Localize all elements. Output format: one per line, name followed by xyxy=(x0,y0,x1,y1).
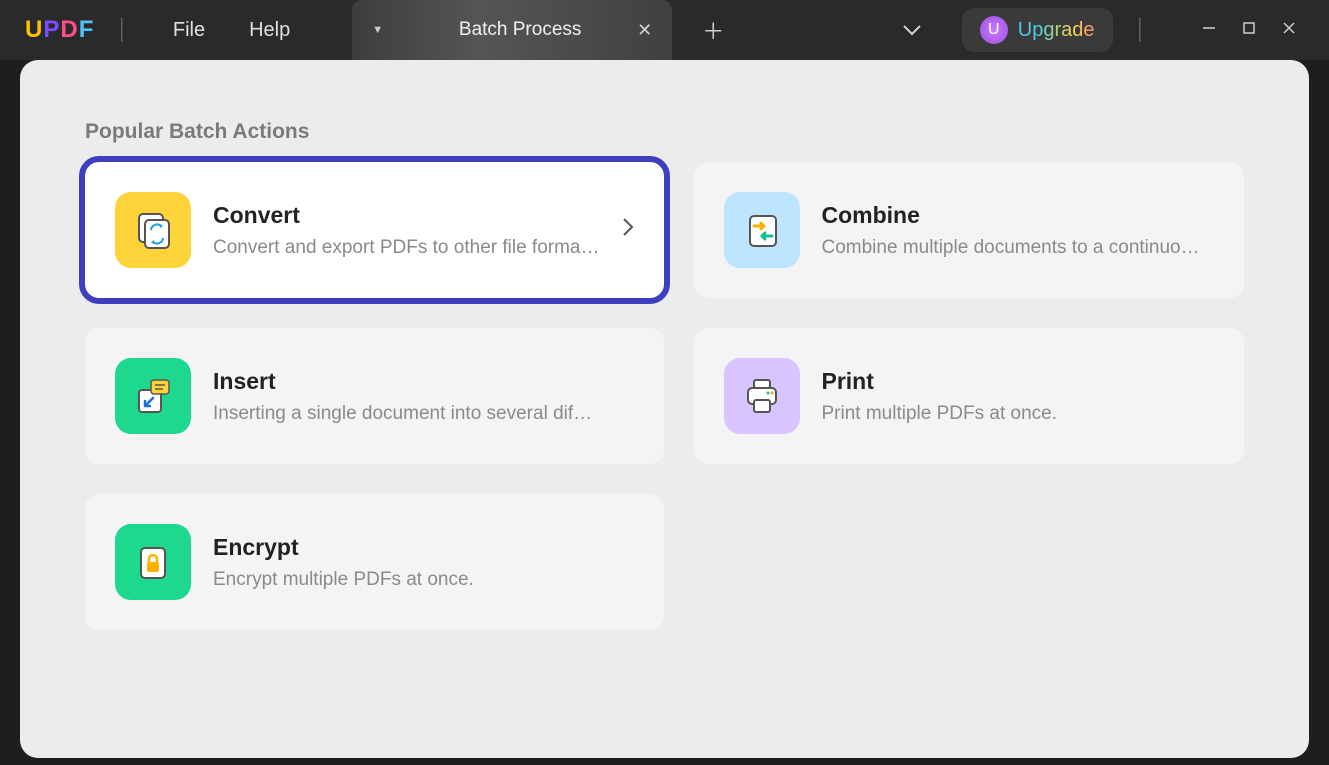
tab-title: Batch Process xyxy=(423,19,617,41)
card-encrypt[interactable]: Encrypt Encrypt multiple PDFs at once. xyxy=(85,494,664,630)
convert-icon xyxy=(115,192,191,268)
card-desc: Print multiple PDFs at once. xyxy=(822,403,1215,425)
active-tab[interactable]: ▼ Batch Process ✕ xyxy=(352,0,672,60)
divider: │ xyxy=(116,19,129,42)
close-icon[interactable] xyxy=(1269,20,1309,41)
close-tab-icon[interactable]: ✕ xyxy=(637,20,652,41)
avatar: U xyxy=(980,16,1008,44)
new-tab-button[interactable]: ＋ xyxy=(702,14,724,46)
card-desc: Inserting a single document into several… xyxy=(213,403,634,425)
card-title: Convert xyxy=(213,202,600,229)
card-desc: Encrypt multiple PDFs at once. xyxy=(213,569,634,591)
maximize-icon[interactable] xyxy=(1229,20,1269,41)
card-title: Encrypt xyxy=(213,534,634,561)
card-print[interactable]: Print Print multiple PDFs at once. xyxy=(694,328,1245,464)
card-title: Combine xyxy=(822,202,1215,229)
section-title: Popular Batch Actions xyxy=(85,120,1244,144)
workspace: Popular Batch Actions Convert Convert an… xyxy=(20,60,1309,758)
card-desc: Combine multiple documents to a continuo… xyxy=(822,237,1215,259)
tab-dropdown-icon[interactable]: ▼ xyxy=(372,24,383,36)
card-insert[interactable]: Insert Inserting a single document into … xyxy=(85,328,664,464)
combine-icon xyxy=(724,192,800,268)
print-icon xyxy=(724,358,800,434)
titlebar: UPDF │ File Help ▼ Batch Process ✕ ＋ U U… xyxy=(0,0,1329,60)
card-desc: Convert and export PDFs to other file fo… xyxy=(213,237,600,259)
card-convert[interactable]: Convert Convert and export PDFs to other… xyxy=(85,162,664,298)
app-logo: UPDF xyxy=(25,16,94,44)
window-controls xyxy=(1189,20,1309,41)
minimize-icon[interactable] xyxy=(1189,20,1229,41)
encrypt-icon xyxy=(115,524,191,600)
menu-file[interactable]: File xyxy=(173,19,205,42)
card-title: Insert xyxy=(213,368,634,395)
upgrade-button[interactable]: U Upgrade xyxy=(962,8,1113,52)
insert-icon xyxy=(115,358,191,434)
upgrade-label: Upgrade xyxy=(1018,19,1095,42)
card-title: Print xyxy=(822,368,1215,395)
action-grid: Convert Convert and export PDFs to other… xyxy=(85,162,1244,630)
chevron-down-icon[interactable] xyxy=(902,20,922,41)
menu-help[interactable]: Help xyxy=(249,19,290,42)
card-combine[interactable]: Combine Combine multiple documents to a … xyxy=(694,162,1245,298)
divider: │ xyxy=(1135,19,1148,42)
chevron-right-icon xyxy=(622,217,634,243)
